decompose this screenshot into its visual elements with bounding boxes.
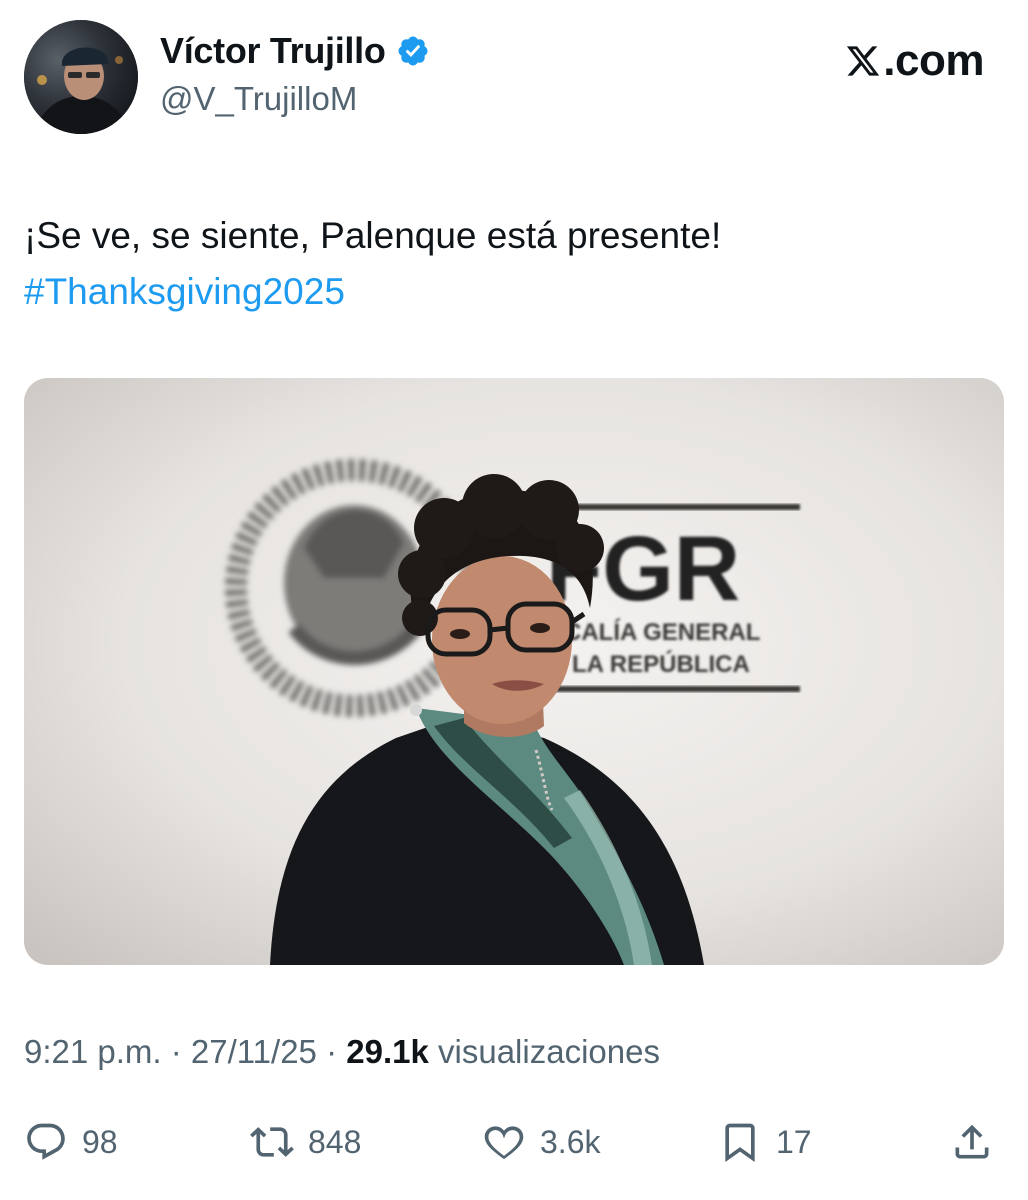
tweet-text: ¡Se ve, se siente, Palenque está present… <box>24 215 722 256</box>
author-name-row[interactable]: Víctor Trujillo <box>160 30 430 72</box>
meta-separator: · <box>161 1033 191 1070</box>
share-icon <box>950 1120 994 1164</box>
reply-count: 98 <box>82 1123 118 1160</box>
reply-button[interactable]: 98 <box>24 1112 118 1172</box>
x-logo-icon <box>845 42 881 80</box>
verified-badge-icon <box>396 34 430 68</box>
author-handle[interactable]: @V_TrujilloM <box>160 80 357 118</box>
reply-icon <box>24 1120 68 1164</box>
xcom-watermark: .com <box>845 36 984 86</box>
retweet-count: 848 <box>308 1123 362 1160</box>
views-count: 29.1k <box>346 1033 429 1070</box>
like-button[interactable]: 3.6k <box>482 1112 600 1172</box>
bookmark-count: 17 <box>776 1123 812 1160</box>
share-button[interactable] <box>950 1112 994 1172</box>
sign-line2: LA REPÚBLICA <box>572 650 750 678</box>
like-count: 3.6k <box>540 1123 601 1160</box>
tweet-date[interactable]: 27/11/25 <box>191 1033 317 1070</box>
hashtag-link[interactable]: #Thanksgiving2025 <box>24 264 345 320</box>
heart-icon <box>482 1120 526 1164</box>
xcom-label: .com <box>883 36 984 85</box>
bookmark-icon <box>718 1120 762 1164</box>
media-photo: FGR CALÍA GENERAL LA REPÚBLICA <box>24 378 1004 965</box>
bookmark-button[interactable]: 17 <box>718 1112 812 1172</box>
author-display-name[interactable]: Víctor Trujillo <box>160 30 386 72</box>
retweet-button[interactable]: 848 <box>250 1112 361 1172</box>
avatar-photo <box>24 20 138 134</box>
author-avatar[interactable] <box>24 20 138 134</box>
tweet-media-image[interactable]: FGR CALÍA GENERAL LA REPÚBLICA <box>24 378 1004 965</box>
sign-line1: CALÍA GENERAL <box>564 618 760 646</box>
tweet-time[interactable]: 9:21 p.m. <box>24 1033 162 1070</box>
retweet-icon <box>250 1120 294 1164</box>
action-bar: 98 848 3.6k 17 <box>0 1112 1028 1172</box>
meta-separator: · <box>316 1033 347 1070</box>
tweet-meta: 9:21 p.m. · 27/11/25 · 29.1k visualizaci… <box>24 1030 660 1074</box>
views-label: visualizaciones <box>428 1033 660 1070</box>
